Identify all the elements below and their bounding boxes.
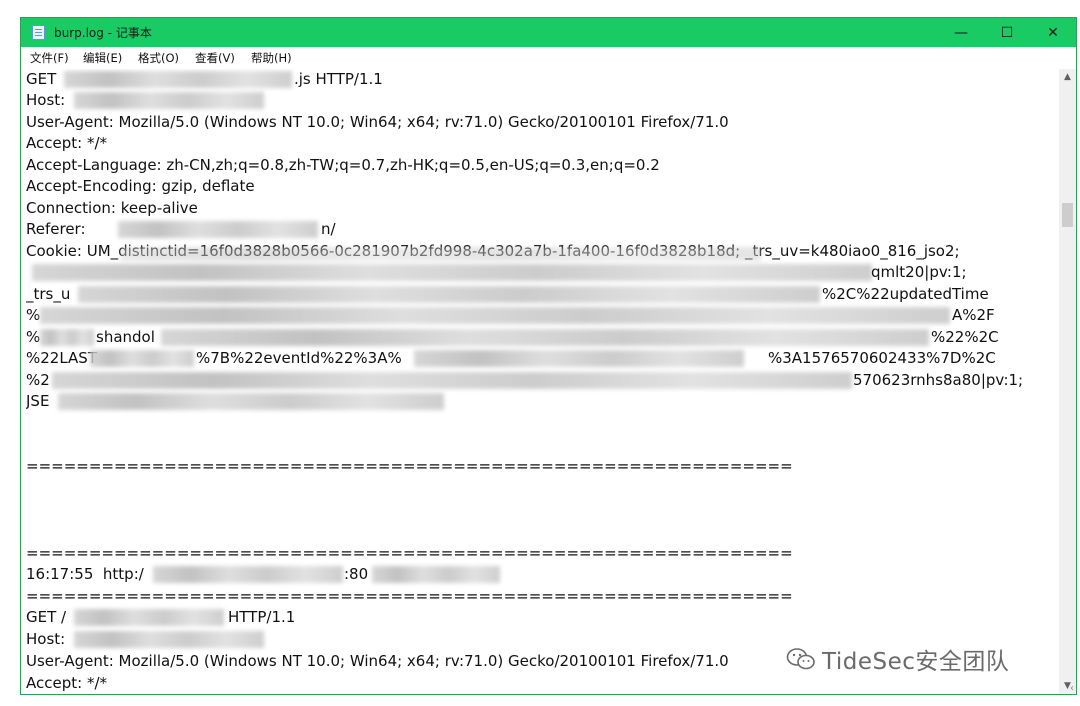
log-line: A%2F: [952, 306, 995, 324]
minimize-button[interactable]: —: [938, 18, 984, 47]
log-line: Host:: [26, 630, 66, 648]
text-editor-area[interactable]: GET .js HTTP/1.1 Host: User-Agent: Mozil…: [26, 69, 1058, 694]
separator-line: ========================================…: [26, 544, 793, 562]
redacted-text: [78, 286, 820, 303]
log-line: User-Agent: Mozilla/5.0 (Windows NT 10.0…: [26, 652, 729, 670]
log-line: :80: [344, 565, 369, 583]
scroll-up-icon[interactable]: ▲: [1059, 69, 1076, 86]
redacted-text: [74, 92, 264, 109]
log-line: Referer:: [26, 220, 86, 238]
redacted-text: [118, 221, 318, 238]
log-line: Accept-Encoding: gzip, deflate: [26, 177, 255, 195]
wechat-icon: [786, 648, 815, 670]
close-button[interactable]: ✕: [1030, 18, 1076, 47]
log-line: Accept: */*: [26, 134, 107, 152]
log-line: 570623rnhs8a80|pv:1;: [853, 371, 1024, 389]
log-line: GET /: [26, 608, 67, 626]
log-line: Host:: [26, 91, 66, 109]
watermark: TideSec安全团队: [786, 643, 1009, 675]
notepad-icon: [32, 25, 45, 40]
log-line: n/: [321, 220, 336, 238]
log-line: .js HTTP/1.1: [294, 70, 383, 88]
redacted-text: [40, 307, 950, 324]
redacted-text: [121, 247, 761, 261]
menu-edit[interactable]: 编辑(E): [83, 50, 122, 66]
log-line: _trs_u: [26, 285, 71, 303]
menu-view[interactable]: 查看(V): [195, 50, 235, 66]
chevron-left-icon: ‹: [1070, 683, 1074, 694]
menu-format[interactable]: 格式(O): [138, 50, 179, 66]
log-line: %: [26, 306, 41, 324]
log-line: %7B%22eventId%22%3A%: [196, 349, 402, 367]
log-line: User-Agent: Mozilla/5.0 (Windows NT 10.0…: [26, 113, 729, 131]
maximize-button[interactable]: ☐: [984, 18, 1030, 47]
separator-line: ========================================…: [26, 587, 793, 605]
log-line: Accept: */*: [26, 674, 107, 692]
title-bar[interactable]: burp.log - 记事本 — ☐ ✕: [21, 18, 1076, 47]
window-title: burp.log - 记事本: [54, 26, 152, 40]
log-line: 16:17:55 http:/: [26, 565, 144, 583]
redacted-text: [64, 71, 292, 88]
redacted-text: [74, 631, 264, 648]
log-line: shandol: [96, 328, 155, 346]
log-line: qmlt20|pv:1;: [871, 263, 967, 281]
log-line: %: [26, 328, 41, 346]
log-line: Accept-Language: zh-CN,zh;q=0.8,zh-TW;q=…: [26, 156, 660, 174]
log-line: %2: [26, 371, 50, 389]
log-line: %22LAST: [26, 349, 97, 367]
menu-bar: 文件(F) 编辑(E) 格式(O) 查看(V) 帮助(H): [21, 47, 1076, 68]
redacted-text: [74, 609, 224, 626]
log-line: %2C%22updatedTime: [822, 285, 989, 303]
menu-help[interactable]: 帮助(H): [251, 50, 292, 66]
log-line: HTTP/1.1: [228, 608, 296, 626]
separator-line: ========================================…: [26, 457, 793, 475]
menu-file[interactable]: 文件(F): [30, 50, 69, 66]
notepad-window: burp.log - 记事本 — ☐ ✕ 文件(F) 编辑(E) 格式(O) 查…: [20, 17, 1077, 695]
log-line: Connection: keep-alive: [26, 199, 198, 217]
log-line: %22%2C: [931, 328, 999, 346]
redacted-text: [161, 329, 929, 346]
redacted-text: [52, 372, 852, 389]
log-line: %3A1576570602433%7D%2C: [768, 349, 996, 367]
redacted-text: [90, 350, 194, 367]
vertical-scrollbar[interactable]: ▲ ▼: [1059, 69, 1076, 694]
watermark-text: TideSec安全团队: [822, 649, 1010, 675]
log-line: GET: [26, 70, 57, 88]
redacted-text: [32, 264, 872, 281]
scrollbar-thumb[interactable]: [1062, 203, 1073, 227]
redacted-text: [372, 566, 500, 583]
redacted-text: [153, 566, 343, 583]
redacted-text: [40, 329, 94, 346]
redacted-text: [58, 393, 444, 410]
redacted-text: [414, 350, 744, 367]
log-line: JSE: [26, 392, 50, 410]
